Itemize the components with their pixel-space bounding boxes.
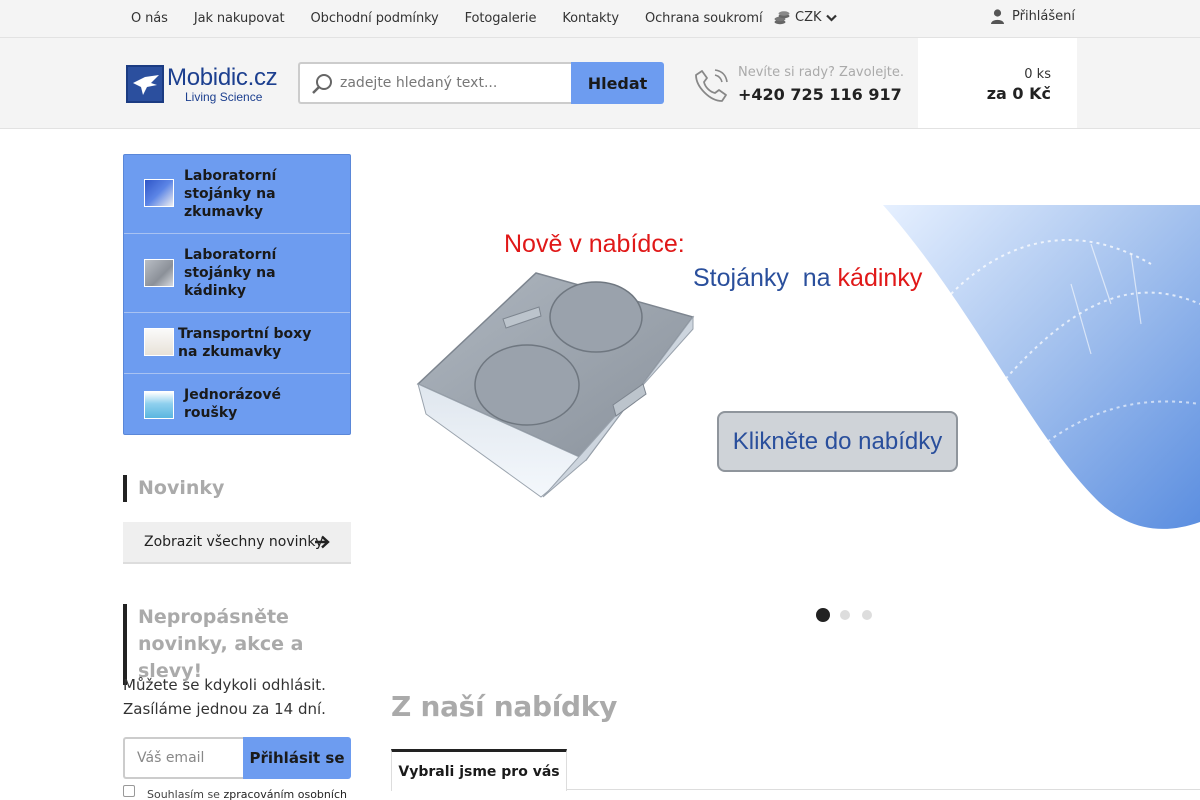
cart-summary[interactable]: 0 ks za 0 Kč	[918, 38, 1077, 128]
category-label: Laboratorní stojánky na zkumavky	[184, 168, 277, 220]
consent-checkbox[interactable]	[123, 785, 135, 797]
logo-text: Mobidic.cz Living Science	[167, 63, 278, 104]
header: Mobidic.cz Living Science Hledat Nevíte …	[0, 38, 1200, 129]
slider-dot-2[interactable]	[840, 610, 850, 620]
banner-subline: Stojánky na kádinky	[693, 264, 922, 293]
consent-prefix: Souhlasím se	[147, 788, 220, 800]
consent-link[interactable]: zpracováním osobních	[223, 788, 347, 800]
arrow-right-icon	[315, 535, 330, 549]
beaker-rack-thumbnail	[144, 259, 174, 287]
chevron-down-icon	[825, 14, 837, 22]
coins-icon	[774, 10, 790, 24]
show-all-news-label: Zobrazit všechny novinky	[144, 534, 324, 550]
category-item-face-masks[interactable]: Jednorázové roušky	[124, 374, 350, 435]
category-label: Laboratorní stojánky na kádinky	[184, 247, 277, 299]
category-item-tube-racks[interactable]: Laboratorní stojánky na zkumavky	[124, 155, 350, 234]
hero-banner[interactable]: Nově v nabídce: Stojánky na kádinky Klik…	[391, 154, 1200, 624]
newsletter-consent: Souhlasím se zpracováním osobních	[123, 784, 347, 800]
show-all-news-button[interactable]: Zobrazit všechny novinky	[123, 522, 351, 564]
phone-number[interactable]: +420 725 116 917	[738, 85, 902, 104]
logo-name: Mobidic.cz	[167, 63, 278, 91]
bird-icon	[133, 75, 159, 95]
phone-question: Nevíte si rady? Zavolejte.	[738, 65, 905, 80]
transport-box-thumbnail	[144, 328, 174, 356]
search-box	[298, 62, 572, 104]
category-label: Jednorázové roušky	[184, 387, 282, 421]
phone-icon	[695, 69, 728, 102]
banner-headline: Nově v nabídce:	[504, 230, 685, 258]
category-label: Transportní boxy na zkumavky	[178, 326, 312, 360]
banner-cta-button[interactable]: Klikněte do nabídky	[717, 411, 958, 472]
topnav-link-o-nas[interactable]: O nás	[131, 11, 168, 26]
newsletter-email-input[interactable]	[123, 737, 244, 779]
top-bar: O nás Jak nakupovat Obchodní podmínky Fo…	[0, 0, 1200, 38]
category-item-transport-boxes[interactable]: Transportní boxy na zkumavky	[124, 313, 350, 374]
banner-subline-a: Stojánky na	[693, 264, 831, 292]
category-menu: Laboratorní stojánky na zkumavky Laborat…	[123, 154, 351, 435]
search-button[interactable]: Hledat	[571, 62, 664, 104]
cart-count: 0 ks	[1024, 67, 1051, 82]
newsletter-form: Přihlásit se	[123, 737, 351, 779]
topnav-link-ochrana-soukromi[interactable]: Ochrana soukromí	[645, 11, 763, 26]
login-label: Přihlášení	[1012, 9, 1076, 24]
logo-mark	[126, 65, 164, 103]
newsletter-text: Můžete se kdykoli odhlásit. Zasíláme jed…	[123, 676, 326, 718]
search-form: Hledat	[298, 62, 664, 104]
logo-tagline: Living Science	[185, 89, 263, 104]
search-input[interactable]	[340, 72, 564, 94]
consent-label: Souhlasím se zpracováním osobních	[147, 788, 347, 800]
logo[interactable]: Mobidic.cz Living Science	[126, 64, 286, 104]
currency-selector[interactable]: CZK	[774, 10, 837, 25]
slider-dots	[816, 608, 884, 622]
newsletter-subscribe-button[interactable]: Přihlásit se	[243, 737, 351, 779]
topnav-link-fotogalerie[interactable]: Fotogalerie	[465, 11, 537, 26]
topnav-link-kontakty[interactable]: Kontakty	[562, 11, 619, 26]
slider-dot-3[interactable]	[862, 610, 872, 620]
offer-title: Z naší nabídky	[391, 690, 618, 723]
login-link[interactable]: Přihlášení	[991, 9, 1075, 24]
news-title: Novinky	[123, 475, 224, 502]
category-item-beaker-racks[interactable]: Laboratorní stojánky na kádinky	[124, 234, 350, 313]
topnav-link-jak-nakupovat[interactable]: Jak nakupovat	[194, 11, 285, 26]
tab-vybrali-jsme-pro-vas[interactable]: Vybrali jsme pro vás	[391, 749, 567, 791]
tube-rack-thumbnail	[144, 179, 174, 207]
topnav-link-obchodni-podminky[interactable]: Obchodní podmínky	[311, 11, 439, 26]
search-icon	[312, 74, 332, 94]
currency-label: CZK	[795, 10, 822, 25]
user-icon	[991, 9, 1004, 24]
top-nav: O nás Jak nakupovat Obchodní podmínky Fo…	[131, 0, 788, 37]
cart-total: za 0 Kč	[986, 84, 1051, 103]
banner-subline-b: kádinky	[837, 264, 923, 292]
slider-dot-1[interactable]	[816, 608, 830, 622]
banner-artwork	[416, 205, 1200, 529]
face-mask-thumbnail	[144, 391, 174, 419]
